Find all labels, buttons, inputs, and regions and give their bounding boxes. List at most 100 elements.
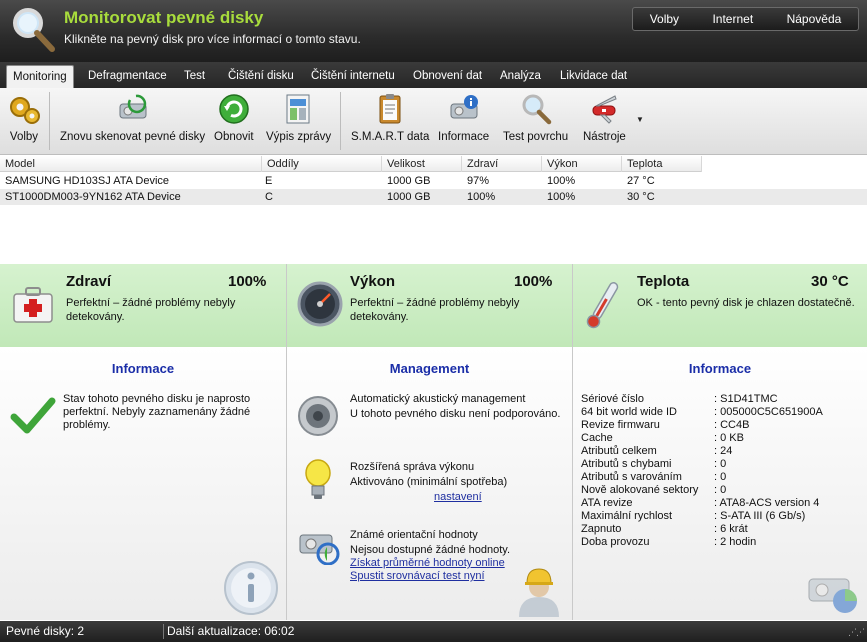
temperature-desc: OK - tento pevný disk je chlazen dostate…: [637, 297, 855, 309]
tab-disk-cleanup[interactable]: Čištění disku: [222, 65, 300, 88]
magnifier-disk-icon: [13, 8, 55, 52]
toolbar-separator: [340, 92, 341, 150]
management-heading: Management: [389, 361, 470, 376]
clipboard-icon: [379, 94, 401, 124]
disk-info-heading: Informace: [688, 361, 752, 376]
tab-defragmentation[interactable]: Defragmentace: [82, 65, 173, 88]
bench-run-link[interactable]: Spustit srovnávací test nyní: [350, 570, 485, 583]
aam-title: Automatický akustický management: [350, 393, 526, 405]
report-label: Výpis zprávy: [266, 131, 332, 143]
col-partitions[interactable]: Oddíly: [262, 156, 382, 172]
col-model[interactable]: Model: [0, 156, 262, 172]
performance-desc: Perfektní – žádné problémy nebyly deteko…: [350, 297, 520, 323]
next-update: Další aktualizace: 06:02: [167, 624, 295, 638]
surface-test-label: Test povrchu: [503, 131, 569, 143]
health-info-heading: Informace: [111, 361, 175, 376]
cell-size: 1000 GB: [387, 175, 431, 187]
report-icon: [286, 94, 310, 124]
rescan-button[interactable]: Znovu skenovat pevné disky: [60, 92, 205, 143]
speaker-icon: [298, 396, 338, 436]
tab-internet-cleanup[interactable]: Čištění internetu: [305, 65, 401, 88]
refresh-label: Obnovit: [214, 131, 254, 143]
health-panel: Zdraví 100% Perfektní – žádné problémy n…: [0, 264, 287, 620]
cell-model: SAMSUNG HD103SJ ATA Device: [5, 175, 170, 187]
worker-icon: [519, 568, 559, 617]
tools-dropdown-arrow[interactable]: ▼: [636, 115, 644, 124]
table-row[interactable]: ST1000DM003-9YN162 ATA Device C 1000 GB …: [0, 189, 867, 205]
speedometer-icon: [297, 281, 343, 327]
nav-internet[interactable]: Internet: [712, 12, 753, 26]
cell-temperature: 30 °C: [627, 191, 655, 203]
surface-test-button[interactable]: Test povrchu: [503, 92, 568, 143]
aam-text: U tohoto pevného disku není podporováno.: [350, 408, 561, 420]
apm-title: Rozšířená správa výkonu: [350, 461, 475, 473]
checkmark-icon: [10, 397, 56, 434]
temperature-panel: Teplota 30 °C OK - tento pevný disk je c…: [573, 264, 867, 620]
bench-title: Známé orientační hodnoty: [350, 529, 478, 541]
options-button[interactable]: Volby: [7, 92, 41, 143]
apm-settings-link[interactable]: nastavení: [434, 491, 482, 504]
rescan-label: Znovu skenovat pevné disky: [60, 131, 206, 143]
cell-health: 100%: [467, 191, 496, 203]
col-size[interactable]: Velikost: [382, 156, 462, 172]
col-temperature[interactable]: Teplota: [622, 156, 702, 172]
gears-icon: [10, 97, 40, 124]
disk-count: Pevné disky: 2: [6, 624, 85, 638]
toolbar-separator: [49, 92, 50, 150]
nav-options[interactable]: Volby: [650, 12, 679, 26]
health-value: 100%: [228, 273, 267, 290]
status-separator: [163, 624, 164, 639]
apm-text: Aktivováno (minimální spotřeba): [350, 476, 508, 488]
temperature-title: Teplota: [637, 273, 690, 290]
management-section: Management Automatický akustický managem…: [287, 347, 572, 620]
refresh-icon: [219, 94, 249, 124]
cell-partitions: C: [265, 191, 273, 203]
tab-test[interactable]: Test: [178, 65, 211, 88]
temperature-summary: Teplota 30 °C OK - tento pevný disk je c…: [573, 264, 867, 347]
thermometer-icon: [586, 282, 619, 329]
performance-value: 100%: [514, 273, 553, 290]
col-health[interactable]: Zdraví: [462, 156, 542, 172]
performance-summary: Výkon 100% Perfektní – žádné problémy ne…: [287, 264, 572, 347]
toolbar: Volby Znovu skenovat pevné disky Obnovit…: [0, 88, 867, 155]
nav-help[interactable]: Nápověda: [787, 12, 842, 26]
performance-title: Výkon: [350, 273, 396, 290]
disk-table: Model Oddíly Velikost Zdraví Výkon Teplo…: [0, 156, 867, 263]
refresh-button[interactable]: Obnovit: [214, 92, 254, 143]
tab-data-recovery[interactable]: Obnovení dat: [407, 65, 488, 88]
resize-grip-icon[interactable]: ⋰⋰: [848, 627, 865, 638]
cell-partitions: E: [265, 175, 273, 187]
smart-data-label: S.M.A.R.T data: [351, 131, 430, 143]
first-aid-kit-icon: [13, 287, 53, 323]
disk-info-icon: [450, 95, 478, 119]
table-row[interactable]: SAMSUNG HD103SJ ATA Device E 1000 GB 97%…: [0, 173, 867, 189]
info-label: Informace: [438, 131, 490, 143]
tab-data-shredding[interactable]: Likvidace dat: [554, 65, 633, 88]
col-performance[interactable]: Výkon: [542, 156, 622, 172]
smart-data-button[interactable]: S.M.A.R.T data: [351, 92, 429, 143]
magnifier-icon: [522, 94, 551, 125]
tab-bar: Monitoring Defragmentace Test Čištění di…: [0, 62, 867, 88]
table-header: Model Oddíly Velikost Zdraví Výkon Teplo…: [0, 156, 702, 172]
health-info-text: Stav tohoto pevného disku je naprosto pe…: [63, 393, 251, 431]
app-subtitle: Klikněte na pevný disk pro více informac…: [64, 32, 361, 46]
tools-label: Nástroje: [583, 131, 626, 143]
report-button[interactable]: Výpis zprávy: [266, 92, 331, 143]
cell-temperature: 27 °C: [627, 175, 655, 187]
bench-online-link[interactable]: Získat průměrné hodnoty online: [350, 557, 505, 570]
temperature-value: 30 °C: [811, 273, 849, 290]
cell-size: 1000 GB: [387, 191, 431, 203]
disk-chart-icon: [808, 578, 857, 613]
disk-benchmark-icon: [299, 534, 340, 565]
performance-panel: Výkon 100% Perfektní – žádné problémy ne…: [287, 264, 573, 620]
disk-scan-icon: [119, 94, 147, 119]
info-button[interactable]: Informace: [438, 92, 489, 143]
options-label: Volby: [9, 131, 39, 143]
bench-text: Nejsou dostupné žádné hodnoty.: [350, 544, 511, 556]
tab-monitoring[interactable]: Monitoring: [6, 65, 74, 88]
tools-button[interactable]: Nástroje: [583, 92, 626, 143]
disk-info-section: Informace Sériové číslo: S1D41TMC 64 bit…: [573, 347, 867, 620]
tab-analysis[interactable]: Analýza: [494, 65, 547, 88]
cell-model: ST1000DM003-9YN162 ATA Device: [5, 191, 181, 203]
info-bubble-icon: [224, 561, 278, 615]
